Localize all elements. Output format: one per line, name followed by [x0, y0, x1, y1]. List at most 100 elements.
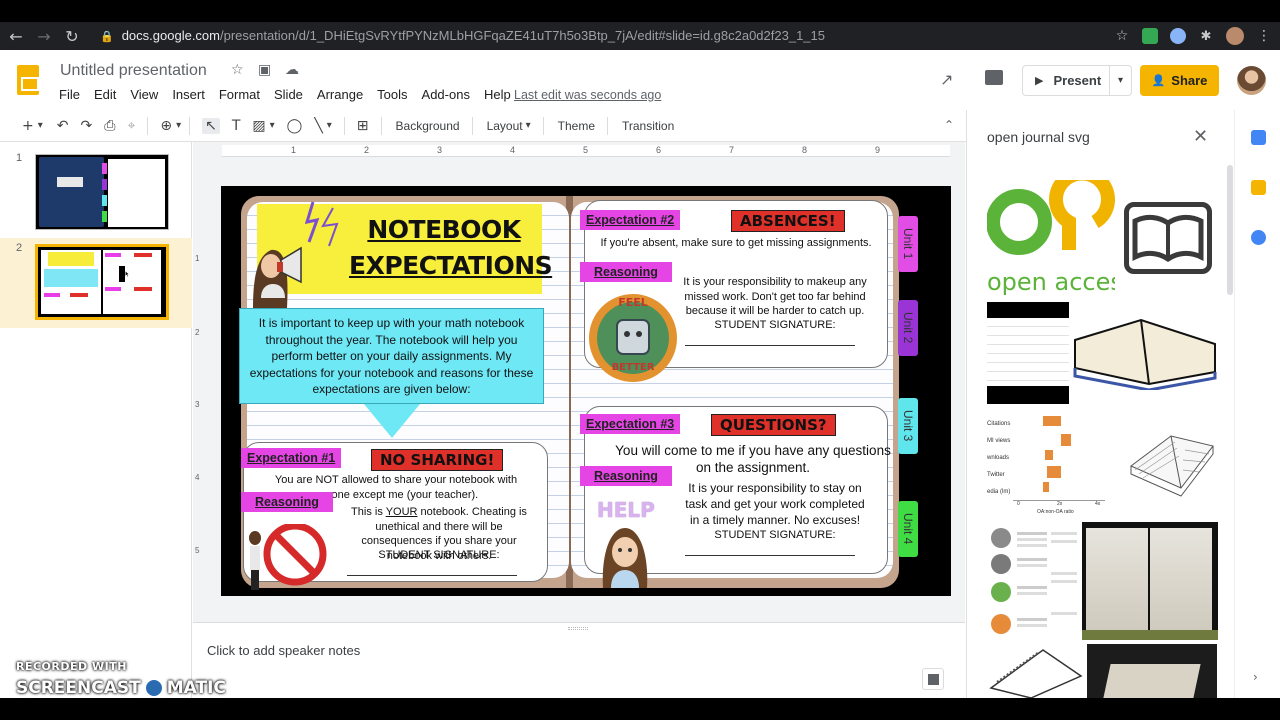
panel-scrollbar[interactable] — [1227, 165, 1233, 295]
notes-resize-handle[interactable] — [568, 627, 588, 630]
speaker-notes-placeholder[interactable]: Click to add speaker notes — [207, 643, 360, 658]
reload-icon[interactable]: ↻ — [58, 27, 86, 46]
background-button[interactable]: Background — [396, 119, 460, 133]
select-pointer-icon[interactable]: ↖ — [202, 117, 220, 134]
image-result-lined-paper[interactable] — [987, 302, 1069, 404]
intro-arrow — [364, 404, 420, 438]
browser-menu-icon[interactable]: ⋮ — [1256, 28, 1272, 44]
text-box-icon[interactable]: T — [232, 118, 241, 134]
line-chevron-icon[interactable]: ▾ — [327, 120, 332, 131]
close-icon[interactable]: ✕ — [1193, 126, 1208, 147]
move-folder-icon[interactable]: ▣ — [258, 62, 271, 78]
activity-dashboard-icon[interactable]: ↗ — [940, 70, 953, 89]
image-result-book-icon[interactable] — [1124, 202, 1212, 274]
menu-addons[interactable]: Add-ons — [422, 87, 470, 102]
selected-slide-highlight: 2 — [0, 238, 192, 328]
menu-tools[interactable]: Tools — [377, 87, 407, 102]
image-result-book-sketch[interactable] — [1125, 416, 1219, 512]
image-search-query[interactable]: open journal svg — [987, 129, 1090, 145]
explore-icon[interactable] — [922, 668, 944, 690]
image-search-panel: open journal svg ✕ open acces Citations … — [966, 110, 1234, 698]
cloud-status-icon[interactable]: ☁ — [285, 62, 299, 78]
menu-help[interactable]: Help — [484, 87, 511, 102]
insert-comment-icon[interactable]: ⊞ — [357, 118, 369, 134]
last-edit-link[interactable]: Last edit was seconds ago — [514, 88, 661, 102]
calendar-icon[interactable] — [1251, 130, 1266, 145]
watermark-brand: SCREENCAST MATIC — [16, 677, 226, 699]
url-host: docs.google.com — [121, 28, 220, 43]
print-icon[interactable]: ⎙ — [104, 118, 115, 134]
menu-arrange[interactable]: Arrange — [317, 87, 363, 102]
tasks-icon[interactable] — [1251, 230, 1266, 245]
signature-1-line — [347, 575, 517, 576]
no-sharing-icon — [249, 524, 327, 590]
puzzle-icon[interactable]: ✱ — [1198, 28, 1214, 44]
expand-chevron-icon[interactable]: › — [1253, 670, 1258, 684]
new-slide-icon[interactable]: + — [22, 118, 34, 134]
comment-history-icon[interactable] — [985, 70, 1003, 85]
extension-circle-icon[interactable] — [1170, 28, 1186, 44]
image-result-oa-chart[interactable]: Citations MI views wnloads Twitter edia … — [987, 408, 1121, 518]
speaker-notes-area[interactable]: Click to add speaker notes — [193, 622, 965, 698]
signature-3-line — [685, 555, 855, 556]
menu-format[interactable]: Format — [219, 87, 260, 102]
forward-icon[interactable]: → — [30, 27, 58, 46]
unit-tab-label: Unit 2 — [901, 312, 915, 344]
image-result-spiral-notebook[interactable] — [987, 642, 1085, 698]
zoom-icon[interactable]: ⊕ — [160, 118, 172, 134]
undo-icon[interactable]: ↶ — [57, 118, 69, 134]
line-icon[interactable]: ╲ — [314, 118, 322, 134]
document-title[interactable]: Untitled presentation — [60, 62, 207, 80]
collapse-toolbar-icon[interactable]: ⌃ — [944, 118, 954, 132]
present-options-chevron-icon[interactable]: ▾ — [1109, 66, 1131, 95]
present-button[interactable]: ▶ Present ▾ — [1022, 65, 1132, 96]
sheets-extension-icon[interactable] — [1142, 28, 1158, 44]
layout-button[interactable]: Layout — [487, 119, 523, 133]
profile-avatar-icon[interactable] — [1226, 27, 1244, 45]
insert-image-icon[interactable]: ▨ — [252, 118, 265, 134]
oa-chart-row-label: edia (lm) — [987, 489, 1011, 495]
image-result-journal-outline[interactable] — [1071, 310, 1219, 390]
zoom-chevron-icon[interactable]: ▾ — [176, 120, 181, 131]
back-icon[interactable]: ← — [2, 27, 30, 46]
image-result-open-access[interactable]: open acces — [987, 180, 1115, 300]
slides-logo-icon[interactable] — [17, 65, 39, 95]
image-chevron-icon[interactable]: ▾ — [270, 120, 275, 131]
image-result-notebook-photo[interactable] — [1082, 522, 1218, 640]
shape-icon[interactable]: ◯ — [287, 118, 303, 134]
toolbar-divider — [380, 116, 382, 135]
open-access-logo-text: open acces — [987, 268, 1115, 296]
image-result-dark-photo[interactable] — [1087, 644, 1217, 698]
layout-chevron-icon[interactable]: ▾ — [526, 120, 531, 131]
image-result-infographic[interactable] — [987, 522, 1079, 640]
paint-format-icon[interactable]: ⌖ — [127, 118, 135, 134]
address-bar[interactable]: docs.google.com/presentation/d/1_DHiEtgS… — [122, 27, 825, 45]
unit-tab-3: Unit 3 — [898, 398, 918, 454]
menu-edit[interactable]: Edit — [94, 87, 116, 102]
slide-thumbnail-2[interactable] — [35, 244, 169, 320]
transition-button[interactable]: Transition — [622, 119, 674, 133]
theme-button[interactable]: Theme — [558, 119, 595, 133]
expectation-2-heading: ABSENCES! — [731, 210, 845, 232]
share-button[interactable]: 👤 Share — [1140, 65, 1219, 96]
oa-chart-tick: 4x — [1095, 501, 1101, 507]
menu-slide[interactable]: Slide — [274, 87, 303, 102]
slide-thumbnail-1[interactable] — [35, 154, 169, 230]
redo-icon[interactable]: ↷ — [81, 118, 93, 134]
oa-chart-row-label: Twitter — [987, 472, 1005, 478]
account-avatar[interactable] — [1237, 66, 1266, 95]
watermark-recorded-text: RECORDED WITH — [16, 660, 127, 673]
menu-file[interactable]: File — [59, 87, 80, 102]
reasoning-2-label: Reasoning — [580, 262, 672, 282]
current-slide[interactable]: Unit 1 Unit 2 Unit 3 Unit 4 NOTEBOOK EXP… — [221, 186, 951, 596]
ruler-tick: 4 — [195, 473, 200, 482]
reasoning-3-text: It is your responsibility to stay on tas… — [685, 481, 865, 527]
oa-chart-row-label: MI views — [987, 438, 1011, 444]
keep-icon[interactable] — [1251, 180, 1266, 195]
menu-insert[interactable]: Insert — [172, 87, 205, 102]
new-slide-layout-chevron-icon[interactable]: ▾ — [38, 120, 43, 131]
star-icon[interactable]: ☆ — [231, 62, 244, 78]
book-sketch-icon — [1130, 435, 1214, 497]
menu-view[interactable]: View — [130, 87, 158, 102]
bookmark-star-icon[interactable]: ☆ — [1114, 28, 1130, 44]
